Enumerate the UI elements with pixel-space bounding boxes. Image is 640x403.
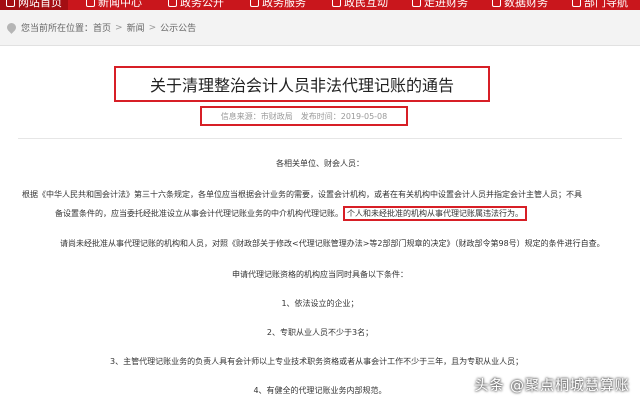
watermark: 头条 @聚点桐城慧算账 xyxy=(474,378,630,394)
nav-item-label: 部门导航 xyxy=(584,0,628,9)
nav-item-about[interactable]: 走进财务 xyxy=(412,0,468,10)
nav-item-data[interactable]: 数据财务 xyxy=(492,0,548,10)
nav-item-label: 走进财务 xyxy=(424,0,468,9)
article: 关于清理整治会计人员非法代理记账的通告 信息来源：市财政局 发布时间：2019-… xyxy=(0,46,640,403)
main-nav-bar: 网站首页 新闻中心 政务公开 政务服务 政民互动 走进财务 数据财务 部门导航 xyxy=(0,0,640,10)
nav-item-label: 新闻中心 xyxy=(98,0,142,9)
location-pin-icon xyxy=(5,21,18,34)
condition-2: 2、专职从业人员不少于3名； xyxy=(266,328,374,337)
salutation: 各相关单位、财会人员： xyxy=(276,159,364,168)
condition-1: 1、依法设立的企业； xyxy=(281,299,359,308)
article-source: 信息来源：市财政局 xyxy=(220,111,293,121)
highlighted-sentence: 个人和未经批准的机构从事代理记账属违法行为。 xyxy=(343,206,527,221)
article-date: 发布时间：2019-05-08 xyxy=(300,111,388,121)
news-icon xyxy=(86,0,95,7)
paragraph-1-text: 备设置条件的，应当委托经批准设立从事会计代理记账业务的中介机构代理记账。 xyxy=(55,209,343,218)
building-icon xyxy=(412,0,421,7)
service-icon xyxy=(250,0,259,7)
condition-3: 3、主管代理记账业务的负责人具有会计师以上专业技术职务资格或者从事会计工作不少于… xyxy=(110,357,524,366)
nav-item-news[interactable]: 新闻中心 xyxy=(86,0,142,10)
nav-item-public[interactable]: 政务公开 xyxy=(168,0,224,10)
paragraph-3: 申请代理记账资格的机构应当同时具备以下条件： xyxy=(232,270,408,279)
breadcrumb-prefix: 您当前所在位置： xyxy=(21,24,94,34)
title-highlight-box: 关于清理整治会计人员非法代理记账的通告 xyxy=(114,66,490,102)
nav-item-service[interactable]: 政务服务 xyxy=(250,0,306,10)
breadcrumb-notice-link[interactable]: 公示公告 xyxy=(160,21,196,34)
nav-item-departments[interactable]: 部门导航 xyxy=(572,0,628,10)
breadcrumb-news-link[interactable]: 新闻 xyxy=(127,21,145,34)
nav-item-label: 政务公开 xyxy=(180,0,224,9)
paragraph-2: 请尚未经批准从事代理记账的机构和人员，对照《财政部关于修改<代理记账管理办法>等… xyxy=(60,239,605,248)
paragraph-1-line-1: 根据《中华人民共和国会计法》第三十六条规定，各单位应当根据会计业务的需要，设置会… xyxy=(22,190,582,199)
nav-item-label: 数据财务 xyxy=(504,0,548,9)
home-icon xyxy=(6,0,15,7)
breadcrumb-home-link[interactable]: 首页 xyxy=(93,21,111,34)
breadcrumb-separator: > xyxy=(148,22,157,33)
nav-item-label: 网站首页 xyxy=(18,0,62,9)
divider xyxy=(18,138,622,139)
chat-icon xyxy=(332,0,341,7)
nav-item-label: 政务服务 xyxy=(262,0,306,9)
chart-icon xyxy=(492,0,501,7)
nav-item-label: 政民互动 xyxy=(344,0,388,9)
document-icon xyxy=(168,0,177,7)
paragraph-1-line-2: 备设置条件的，应当委托经批准设立从事会计代理记账业务的中介机构代理记账。 个人和未… xyxy=(55,206,527,221)
nav-item-interaction[interactable]: 政民互动 xyxy=(332,0,388,10)
breadcrumb: 您当前所在位置： 首页 > 新闻 > 公示公告 xyxy=(0,10,640,46)
breadcrumb-separator: > xyxy=(115,22,123,33)
map-icon xyxy=(572,0,581,7)
article-meta: 信息来源：市财政局 发布时间：2019-05-08 xyxy=(200,106,408,126)
article-title: 关于清理整治会计人员非法代理记账的通告 xyxy=(149,76,454,95)
nav-item-home[interactable]: 网站首页 xyxy=(0,0,68,10)
